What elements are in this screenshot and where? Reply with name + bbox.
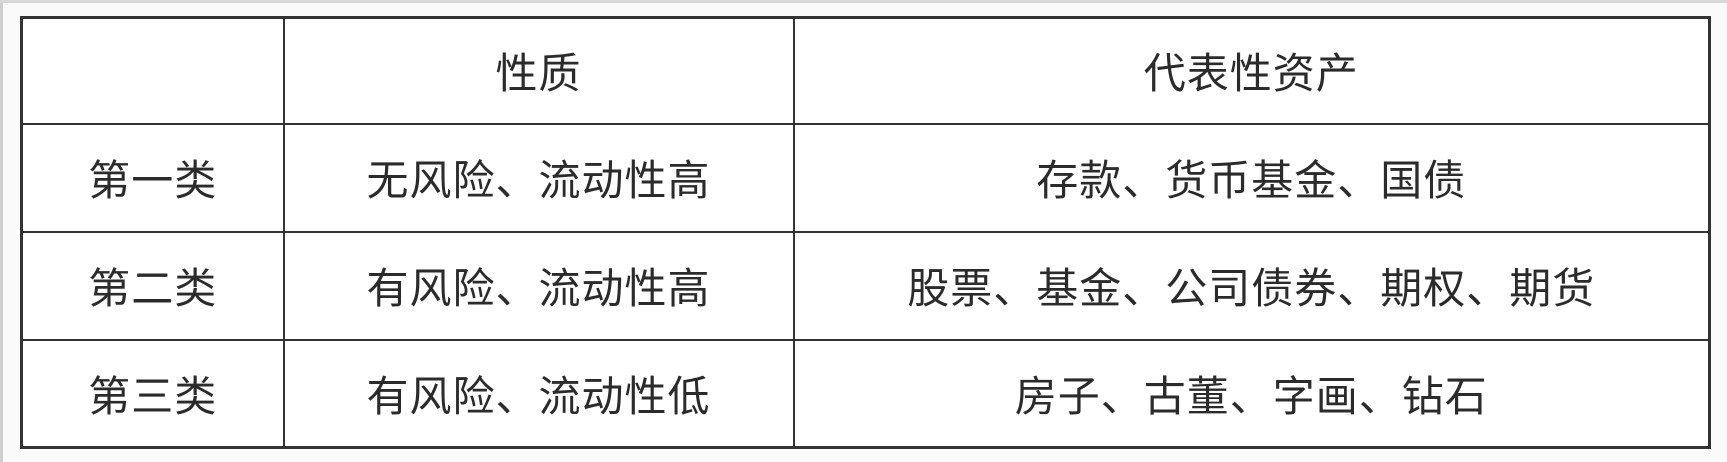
- table-header-row: 性质 代表性资产: [20, 16, 1711, 125]
- table-row: 第一类 无风险、流动性高 存款、货币基金、国债: [20, 122, 1711, 233]
- nature-cell: 有风险、流动性高: [282, 230, 795, 341]
- document-page: 性质 代表性资产 第一类 无风险、流动性高 存款、货币基金、国债 第二类 有风险…: [0, 0, 1727, 462]
- asset-category-table: 性质 代表性资产 第一类 无风险、流动性高 存款、货币基金、国债 第二类 有风险…: [20, 16, 1711, 449]
- assets-cell: 存款、货币基金、国债: [792, 122, 1711, 233]
- table-row: 第二类 有风险、流动性高 股票、基金、公司债券、期权、期货: [20, 230, 1711, 341]
- assets-cell: 股票、基金、公司债券、期权、期货: [792, 230, 1711, 341]
- header-cell-empty: [20, 16, 285, 125]
- row-label-cell: 第一类: [20, 122, 285, 233]
- nature-cell: 有风险、流动性低: [282, 338, 795, 449]
- row-label-cell: 第二类: [20, 230, 285, 341]
- page-top-edge: [0, 0, 1727, 3]
- header-cell-nature: 性质: [282, 16, 795, 125]
- page-left-edge: [0, 0, 3, 462]
- header-cell-representative-assets: 代表性资产: [792, 16, 1711, 125]
- nature-cell: 无风险、流动性高: [282, 122, 795, 233]
- table-row: 第三类 有风险、流动性低 房子、古董、字画、钻石: [20, 338, 1711, 449]
- row-label-cell: 第三类: [20, 338, 285, 449]
- assets-cell: 房子、古董、字画、钻石: [792, 338, 1711, 449]
